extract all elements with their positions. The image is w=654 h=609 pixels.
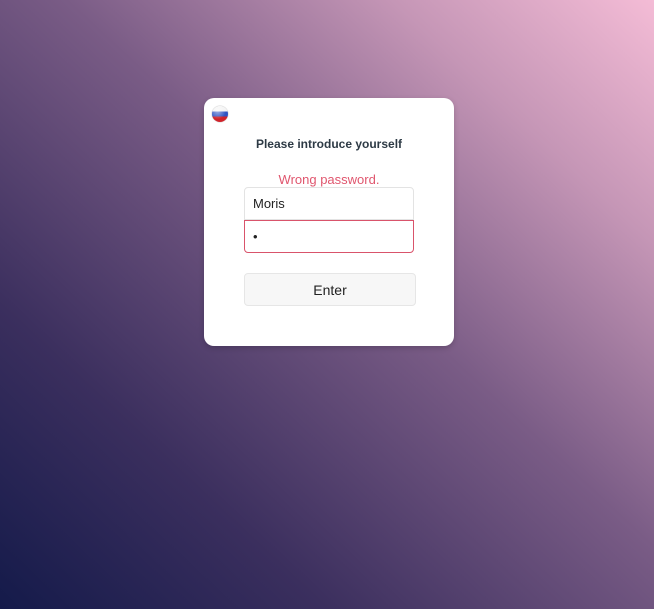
username-field[interactable] (244, 187, 414, 220)
login-card: Please introduce yourself Wrong password… (204, 98, 454, 346)
russian-flag-icon[interactable] (212, 106, 228, 122)
error-message: Wrong password. (278, 172, 380, 187)
enter-button[interactable]: Enter (244, 273, 416, 306)
password-field[interactable] (244, 220, 414, 253)
login-title: Please introduce yourself (255, 137, 403, 151)
